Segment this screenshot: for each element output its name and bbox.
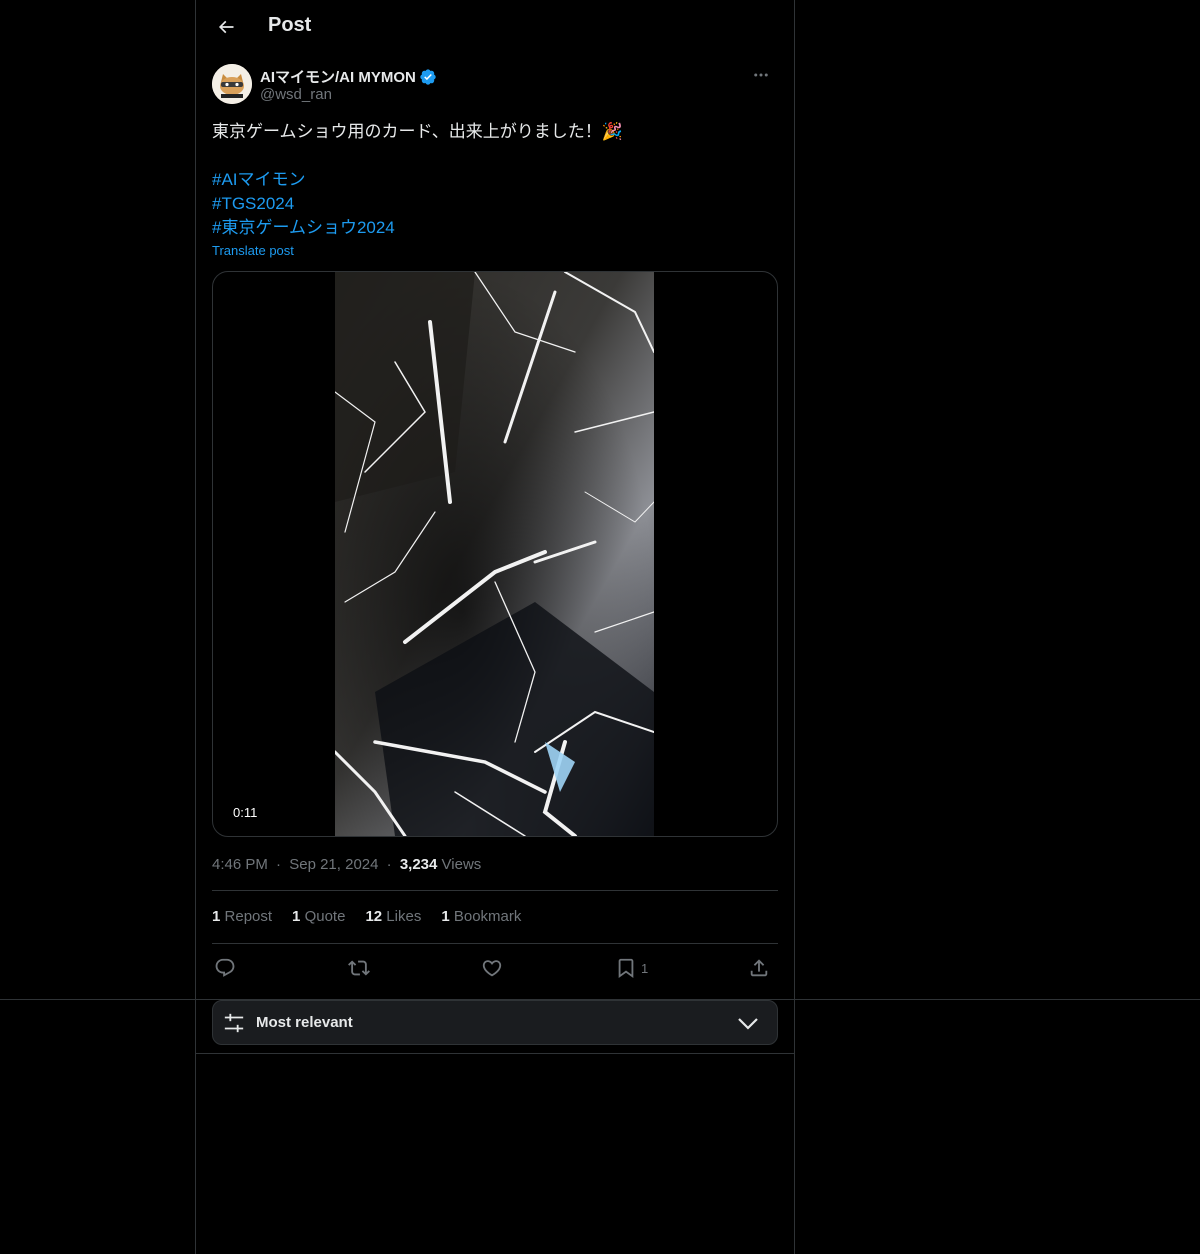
reply-icon <box>215 958 235 977</box>
hashtag-link[interactable]: #AIマイモン <box>212 168 778 192</box>
share-button[interactable] <box>748 952 770 984</box>
avatar[interactable] <box>212 64 252 104</box>
likes-count: 12 <box>365 908 383 925</box>
page-title: Post <box>268 14 312 36</box>
reposts-count: 1 <box>212 908 221 925</box>
bookmarks-stat[interactable]: 1 Bookmark <box>441 908 521 925</box>
bookmark-icon <box>618 958 634 979</box>
bookmark-count: 1 <box>641 960 649 976</box>
quotes-label: Quote <box>304 908 346 925</box>
translate-post-link[interactable]: Translate post <box>212 243 294 258</box>
repost-button[interactable] <box>348 952 370 984</box>
chevron-down-icon <box>738 1018 758 1030</box>
tweet-text: 東京ゲームショウ用のカード、出来上がりました！🎉 #AIマイモン #TGS202… <box>212 120 778 240</box>
divider-line <box>212 890 778 891</box>
likes-label: Likes <box>386 908 422 925</box>
verified-badge-icon <box>420 68 436 85</box>
reposts-label: Repost <box>224 908 273 925</box>
views-label: Views <box>441 856 482 873</box>
tweet-time[interactable]: 4:46 PM <box>212 856 268 873</box>
likes-stat[interactable]: 12 Likes <box>365 908 421 925</box>
tweet-text-line: 東京ゲームショウ用のカード、出来上がりました！🎉 <box>212 122 623 141</box>
primary-column: Post AIマイモン/AI MYMON @wsd_ran 東京ゲームショウ用の… <box>195 0 795 1254</box>
divider-line <box>212 943 778 944</box>
hashtag-link[interactable]: #東京ゲームショウ2024 <box>212 216 778 240</box>
divider-line <box>196 1053 794 1054</box>
page-header: Post <box>196 0 794 54</box>
like-button[interactable] <box>481 952 503 984</box>
display-name-row[interactable]: AIマイモン/AI MYMON <box>260 66 437 87</box>
user-handle[interactable]: @wsd_ran <box>260 86 332 103</box>
back-button[interactable] <box>208 9 244 45</box>
arrow-left-icon <box>218 20 234 34</box>
more-options-button[interactable] <box>744 64 778 86</box>
sliders-icon <box>224 1013 244 1033</box>
tweet-author: AIマイモン/AI MYMON @wsd_ran <box>212 64 778 108</box>
bookmarks-label: Bookmark <box>453 908 522 925</box>
avatar-image <box>212 64 252 104</box>
bookmark-button[interactable]: 1 <box>615 952 648 984</box>
heart-icon <box>482 960 502 977</box>
meta-separator: · <box>276 856 282 873</box>
repost-icon <box>348 960 370 976</box>
sort-label: Most relevant <box>256 1014 353 1031</box>
share-icon <box>750 959 768 977</box>
more-dots-icon <box>754 73 768 77</box>
display-name[interactable]: AIマイモン/AI MYMON <box>260 66 416 87</box>
reply-button[interactable] <box>214 952 236 984</box>
meta-separator: · <box>386 856 392 873</box>
tweet-date[interactable]: Sep 21, 2024 <box>289 856 378 873</box>
engagement-stats: 1 Repost 1 Quote 12 Likes 1 Bookmark <box>212 908 521 925</box>
video-player[interactable]: 0:11 <box>212 271 778 837</box>
video-thumbnail <box>335 272 654 836</box>
reply-sort-dropdown[interactable]: Most relevant <box>212 1000 778 1045</box>
reposts-stat[interactable]: 1 Repost <box>212 908 272 925</box>
video-duration: 0:11 <box>227 804 264 821</box>
hashtag-link[interactable]: #TGS2024 <box>212 192 778 216</box>
views-count: 3,234 <box>399 856 438 873</box>
bookmarks-count: 1 <box>441 908 450 925</box>
tweet-meta: 4:46 PM · Sep 21, 2024 · 3,234 Views <box>212 856 481 873</box>
quotes-count: 1 <box>292 908 301 925</box>
quotes-stat[interactable]: 1 Quote <box>292 908 345 925</box>
action-bar: 1 <box>212 952 778 984</box>
